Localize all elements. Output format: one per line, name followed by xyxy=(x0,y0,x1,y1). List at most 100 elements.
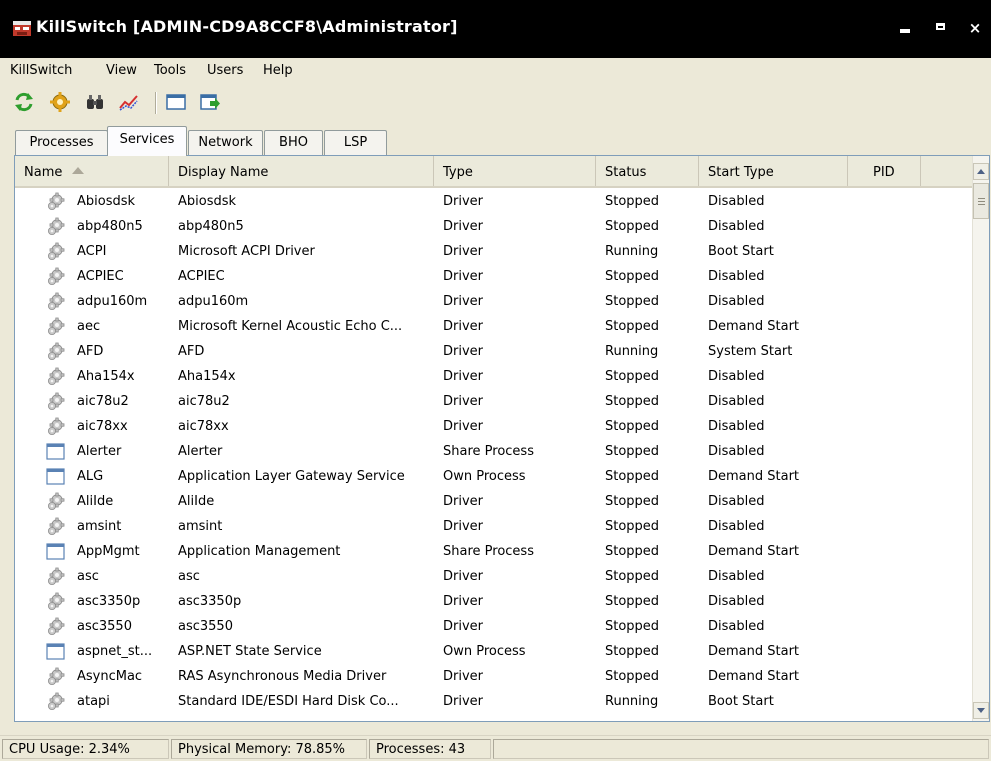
cell-start: Boot Start xyxy=(708,694,774,709)
settings-icon[interactable] xyxy=(50,92,70,112)
table-row[interactable]: atapi Standard IDE/ESDI Hard Disk Co... Dr… xyxy=(15,688,973,713)
cell-pid xyxy=(857,638,917,663)
find-icon[interactable] xyxy=(85,92,105,112)
table-row[interactable]: ACPIEC ACPIEC Driver Stopped Disabled xyxy=(15,263,973,288)
tab-processes[interactable]: Processes xyxy=(15,130,108,155)
title-bar[interactable]: KillSwitch [ADMIN-CD9A8CCF8\Administrato… xyxy=(0,0,991,58)
export-icon[interactable] xyxy=(200,92,220,112)
cell-start: Disabled xyxy=(708,619,765,634)
table-row[interactable]: AliIde AliIde Driver Stopped Disabled xyxy=(15,488,973,513)
menu-users[interactable]: Users xyxy=(207,63,243,78)
table-row[interactable]: ALG Application Layer Gateway Service Own … xyxy=(15,463,973,488)
cell-start: Disabled xyxy=(708,594,765,609)
cell-name: Aha154x xyxy=(77,369,135,384)
vertical-scrollbar[interactable] xyxy=(972,156,989,721)
status-cpu-usage: CPU Usage: 2.34% xyxy=(2,739,169,759)
cell-display: AliIde xyxy=(178,494,215,509)
cell-name: asc xyxy=(77,569,99,584)
cell-start: Disabled xyxy=(708,394,765,409)
cell-status: Stopped xyxy=(605,294,660,309)
cell-type: Own Process xyxy=(443,469,526,484)
cell-name: AliIde xyxy=(77,494,114,509)
menu-tools[interactable]: Tools xyxy=(154,63,186,78)
cell-pid xyxy=(857,313,917,338)
cell-name: ALG xyxy=(77,469,104,484)
tab-lsp[interactable]: LSP xyxy=(324,130,387,155)
column-header-name[interactable]: Name xyxy=(15,156,169,186)
service-gear-icon xyxy=(46,192,65,211)
column-header-type[interactable]: Type xyxy=(434,156,596,186)
table-row[interactable]: aspnet_st... ASP.NET State Service Own Pro… xyxy=(15,638,973,663)
cell-display: aic78u2 xyxy=(178,394,230,409)
cell-start: Disabled xyxy=(708,269,765,284)
table-row[interactable]: aec Microsoft Kernel Acoustic Echo C... Dr… xyxy=(15,313,973,338)
refresh-icon[interactable] xyxy=(14,92,34,112)
scroll-down-button[interactable] xyxy=(973,702,989,719)
maximize-button[interactable] xyxy=(928,16,952,40)
window-icon[interactable] xyxy=(166,92,186,112)
cell-status: Stopped xyxy=(605,669,660,684)
table-row[interactable]: amsint amsint Driver Stopped Disabled xyxy=(15,513,973,538)
close-button[interactable]: × xyxy=(963,16,987,40)
table-row[interactable]: ACPI Microsoft ACPI Driver Driver Running Bo… xyxy=(15,238,973,263)
table-row[interactable]: AsyncMac RAS Asynchronous Media Driver Dri… xyxy=(15,663,973,688)
table-row[interactable]: abp480n5 abp480n5 Driver Stopped Disabled xyxy=(15,213,973,238)
cell-pid xyxy=(857,213,917,238)
table-row[interactable]: AFD AFD Driver Running System Start xyxy=(15,338,973,363)
table-row[interactable]: asc asc Driver Stopped Disabled xyxy=(15,563,973,588)
tab-bho[interactable]: BHO xyxy=(264,130,323,155)
menu-killswitch[interactable]: KillSwitch xyxy=(10,63,72,78)
table-row[interactable]: Alerter Alerter Share Process Stopped Disabl… xyxy=(15,438,973,463)
cell-display: Microsoft Kernel Acoustic Echo C... xyxy=(178,319,403,334)
cell-display: asc xyxy=(178,569,200,584)
cell-type: Driver xyxy=(443,669,484,684)
cell-name: ACPI xyxy=(77,244,107,259)
sort-ascending-icon xyxy=(72,167,85,174)
menu-help[interactable]: Help xyxy=(263,63,293,78)
graph-icon[interactable] xyxy=(119,92,139,112)
scroll-thumb[interactable] xyxy=(973,183,989,219)
tab-services[interactable]: Services xyxy=(107,126,187,156)
column-header-start-type[interactable]: Start Type xyxy=(699,156,848,186)
cell-display: aic78xx xyxy=(178,419,229,434)
menu-view[interactable]: View xyxy=(106,63,137,78)
column-header-display-name[interactable]: Display Name xyxy=(169,156,434,186)
cell-status: Stopped xyxy=(605,544,660,559)
cell-start: Demand Start xyxy=(708,469,800,484)
service-gear-icon xyxy=(46,517,65,536)
service-gear-icon xyxy=(46,417,65,436)
service-window-icon xyxy=(46,442,65,461)
table-row[interactable]: asc3350p asc3350p Driver Stopped Disabled xyxy=(15,588,973,613)
table-row[interactable]: AppMgmt Application Management Share Proce… xyxy=(15,538,973,563)
service-gear-icon xyxy=(46,692,65,711)
column-header-pid[interactable]: PID xyxy=(848,156,921,186)
cell-name: amsint xyxy=(77,519,122,534)
scroll-up-button[interactable] xyxy=(973,163,989,180)
cell-pid xyxy=(857,688,917,713)
tab-strip: Processes Services Network BHO LSP xyxy=(0,120,991,156)
cell-type: Driver xyxy=(443,594,484,609)
cell-display: Alerter xyxy=(178,444,223,459)
cell-name: aec xyxy=(77,319,101,334)
cell-display: asc3350p xyxy=(178,594,242,609)
cell-name: aic78u2 xyxy=(77,394,129,409)
table-row[interactable]: Abiosdsk Abiosdsk Driver Stopped Disabled xyxy=(15,188,973,213)
cell-name: Abiosdsk xyxy=(77,194,136,209)
table-row[interactable]: Aha154x Aha154x Driver Stopped Disabled xyxy=(15,363,973,388)
tab-network[interactable]: Network xyxy=(188,130,263,155)
toolbar xyxy=(0,84,991,120)
cell-type: Driver xyxy=(443,394,484,409)
table-row[interactable]: asc3550 asc3550 Driver Stopped Disabled xyxy=(15,613,973,638)
table-row[interactable]: aic78u2 aic78u2 Driver Stopped Disabled xyxy=(15,388,973,413)
service-gear-icon xyxy=(46,592,65,611)
minimize-button[interactable] xyxy=(893,16,917,40)
column-header-status[interactable]: Status xyxy=(596,156,699,186)
services-list[interactable]: Name Display Name Type Status Start Type… xyxy=(14,155,990,722)
cell-start: Disabled xyxy=(708,444,765,459)
table-row[interactable]: adpu160m adpu160m Driver Stopped Disabled xyxy=(15,288,973,313)
table-row[interactable]: aic78xx aic78xx Driver Stopped Disabled xyxy=(15,413,973,438)
cell-display: Aha154x xyxy=(178,369,236,384)
minimize-icon xyxy=(900,29,910,33)
column-header-name-label: Name xyxy=(24,165,63,180)
cell-name: AppMgmt xyxy=(77,544,140,559)
